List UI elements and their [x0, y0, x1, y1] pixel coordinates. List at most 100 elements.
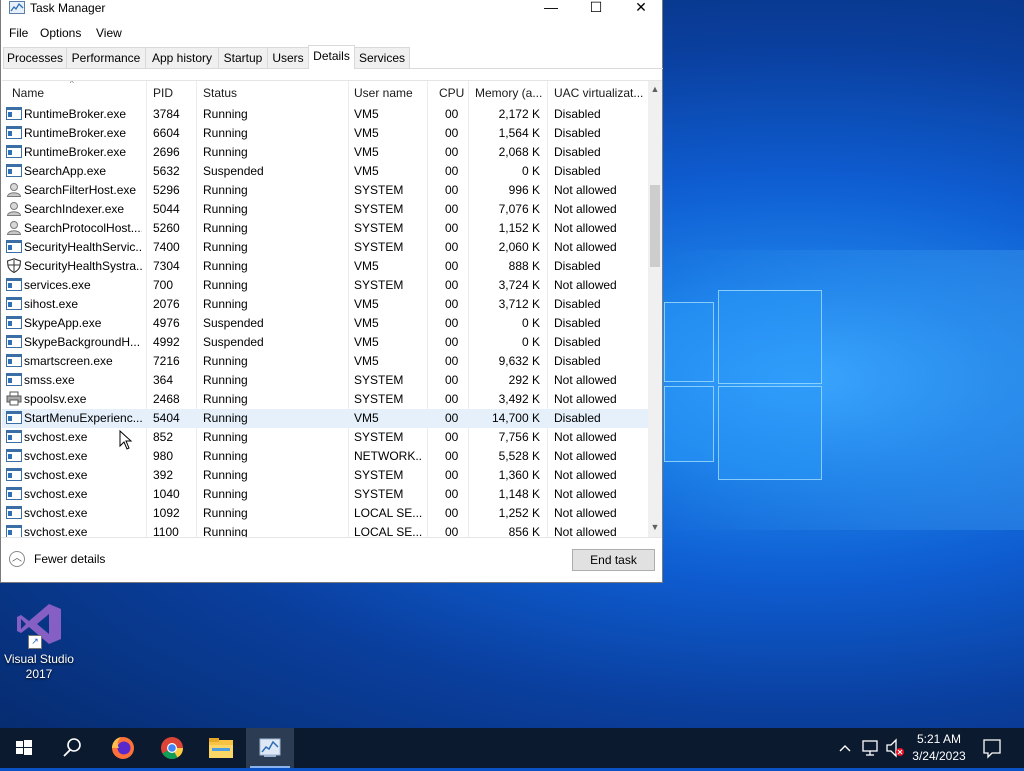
- taskbar-file-explorer[interactable]: [197, 728, 245, 768]
- table-row[interactable]: SearchFilterHost.exe 5296 Running SYSTEM 00 9…: [2, 181, 648, 200]
- network-tray-button[interactable]: [860, 728, 880, 768]
- column-header-cpu[interactable]: CPU: [439, 86, 464, 100]
- cell-pid: 5632: [153, 164, 180, 178]
- taskbar-task-manager[interactable]: [246, 728, 294, 768]
- app-window-icon: [6, 296, 22, 311]
- app-window-icon: [6, 144, 22, 159]
- maximize-button[interactable]: ☐: [573, 0, 619, 16]
- cell-status: Running: [203, 107, 248, 121]
- column-header-memory[interactable]: Memory (a...: [475, 86, 545, 100]
- column-header-user-name[interactable]: User name: [354, 86, 413, 100]
- app-window-icon: [6, 429, 22, 444]
- cell-name: RuntimeBroker.exe: [24, 145, 127, 159]
- menu-file[interactable]: File: [9, 24, 28, 42]
- cell-user: NETWORK...: [354, 449, 422, 463]
- table-row[interactable]: svchost.exe 980 Running NETWORK... 00 5,528 K…: [2, 447, 648, 466]
- start-button[interactable]: [0, 728, 48, 768]
- table-row[interactable]: services.exe 700 Running SYSTEM 00 3,724 K Not…: [2, 276, 648, 295]
- table-row[interactable]: svchost.exe 1092 Running LOCAL SE... 00 1,252…: [2, 504, 648, 523]
- table-row[interactable]: SearchIndexer.exe 5044 Running SYSTEM 00 7,07…: [2, 200, 648, 219]
- cell-cpu: 00: [445, 449, 459, 463]
- tab-services[interactable]: Services: [354, 47, 410, 68]
- table-row[interactable]: svchost.exe 1040 Running SYSTEM 00 1,148 K Not…: [2, 485, 648, 504]
- app-window-icon: [6, 239, 22, 254]
- chevron-up-circle-icon[interactable]: ︿: [9, 551, 25, 567]
- column-header-pid[interactable]: PID: [153, 86, 173, 100]
- cell-status: Running: [203, 354, 248, 368]
- app-window-icon: [6, 315, 22, 330]
- table-row[interactable]: RuntimeBroker.exe 3784 Running VM5 00 2,172 K…: [2, 105, 648, 124]
- table-row[interactable]: svchost.exe 1100 Running LOCAL SE... 00 856 K…: [2, 523, 648, 537]
- cell-cpu: 00: [445, 487, 459, 501]
- user-search-icon: [6, 201, 22, 216]
- cell-mem: 2,172 K: [498, 107, 540, 121]
- tab-performance[interactable]: Performance: [66, 47, 146, 68]
- table-row[interactable]: SearchProtocolHost.... 5260 Running SYSTEM 0…: [2, 219, 648, 238]
- cell-pid: 7216: [153, 354, 180, 368]
- tab-app-history[interactable]: App history: [145, 47, 219, 68]
- cell-name: svchost.exe: [24, 506, 88, 520]
- desktop-icon-visual-studio[interactable]: ↗ Visual Studio 2017: [2, 600, 76, 682]
- clock-time: 5:21 AM: [916, 732, 962, 746]
- tab-processes[interactable]: Processes: [3, 47, 67, 68]
- cell-mem: 1,360 K: [498, 468, 540, 482]
- table-row[interactable]: svchost.exe 852 Running SYSTEM 00 7,756 K Not …: [2, 428, 648, 447]
- table-row[interactable]: SecurityHealthSystra... 7304 Running VM5 00 8…: [2, 257, 648, 276]
- scroll-up-icon[interactable]: ▲: [648, 84, 662, 94]
- column-header-name[interactable]: Name: [12, 86, 44, 100]
- show-hidden-icons-button[interactable]: [836, 728, 854, 768]
- cell-mem: 7,076 K: [498, 202, 540, 216]
- fewer-details-link[interactable]: Fewer details: [34, 552, 105, 566]
- table-row[interactable]: smss.exe 364 Running SYSTEM 00 292 K Not allow…: [2, 371, 648, 390]
- tab-details[interactable]: Details: [308, 45, 355, 69]
- close-button[interactable]: ✕: [618, 0, 664, 16]
- search-button[interactable]: [48, 728, 96, 768]
- menu-options[interactable]: Options: [40, 24, 81, 42]
- taskbar-chrome[interactable]: [148, 728, 196, 768]
- cell-name: SkypeApp.exe: [24, 316, 102, 330]
- title-bar[interactable]: Task Manager — ☐ ✕: [1, 0, 662, 16]
- cell-status: Running: [203, 297, 248, 311]
- cell-mem: 1,564 K: [498, 126, 540, 140]
- user-search-icon: [6, 182, 22, 197]
- table-row[interactable]: svchost.exe 392 Running SYSTEM 00 1,360 K Not …: [2, 466, 648, 485]
- column-header-status[interactable]: Status: [203, 86, 237, 100]
- taskbar-clock[interactable]: 5:21 AM 3/24/2023: [900, 731, 978, 765]
- scroll-thumb[interactable]: [650, 185, 660, 267]
- cell-pid: 2076: [153, 297, 180, 311]
- table-row[interactable]: smartscreen.exe 7216 Running VM5 00 9,632 K Di…: [2, 352, 648, 371]
- chevron-up-icon: [839, 745, 851, 752]
- cell-pid: 2468: [153, 392, 180, 406]
- minimize-button[interactable]: —: [528, 0, 574, 16]
- end-task-button[interactable]: End task: [572, 549, 655, 571]
- notification-center-button[interactable]: [980, 728, 1004, 768]
- cell-name: spoolsv.exe: [24, 392, 87, 406]
- cell-mem: 0 K: [521, 164, 540, 178]
- cell-pid: 700: [153, 278, 174, 292]
- table-row[interactable]: SkypeBackgroundH... 4992 Suspended VM5 00 0 K…: [2, 333, 648, 352]
- app-window-icon: [6, 163, 22, 178]
- table-row[interactable]: spoolsv.exe 2468 Running SYSTEM 00 3,492 K Not…: [2, 390, 648, 409]
- table-row[interactable]: sihost.exe 2076 Running VM5 00 3,712 K Disable…: [2, 295, 648, 314]
- table-row[interactable]: SecurityHealthServic... 7400 Running SYSTEM…: [2, 238, 648, 257]
- app-window-icon: [6, 467, 22, 482]
- scroll-down-icon[interactable]: ▼: [648, 522, 662, 532]
- column-header-uac[interactable]: UAC virtualizat...: [554, 86, 644, 100]
- shield-icon: [6, 258, 22, 274]
- table-row[interactable]: StartMenuExperienc... 5404 Running VM5 00 14,…: [2, 409, 648, 428]
- table-row[interactable]: RuntimeBroker.exe 6604 Running VM5 00 1,564 K…: [2, 124, 648, 143]
- app-window-icon: [6, 125, 22, 140]
- menu-view[interactable]: View: [96, 24, 122, 42]
- table-row[interactable]: SearchApp.exe 5632 Suspended VM5 00 0 K Disabl…: [2, 162, 648, 181]
- process-grid: ^ Name PID Status User name CPU Memory (…: [2, 80, 662, 537]
- tab-strip: Processes Performance App history Startu…: [3, 45, 663, 69]
- tab-users[interactable]: Users: [267, 47, 309, 68]
- vertical-scrollbar[interactable]: ▲ ▼: [648, 81, 662, 537]
- cell-cpu: 00: [445, 183, 459, 197]
- cell-cpu: 00: [445, 278, 459, 292]
- table-row[interactable]: SkypeApp.exe 4976 Suspended VM5 00 0 K Disable…: [2, 314, 648, 333]
- cell-status: Running: [203, 278, 248, 292]
- tab-startup[interactable]: Startup: [218, 47, 268, 68]
- taskbar-firefox[interactable]: [99, 728, 147, 768]
- table-row[interactable]: RuntimeBroker.exe 2696 Running VM5 00 2,068 K…: [2, 143, 648, 162]
